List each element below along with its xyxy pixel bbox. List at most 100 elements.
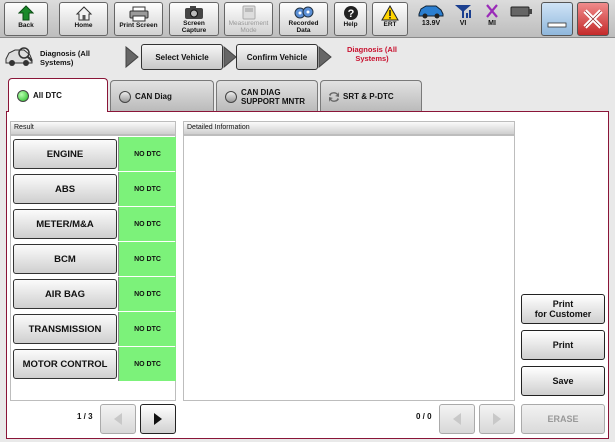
erase-button[interactable]: ERASE (521, 404, 605, 434)
recorded-data-button[interactable]: Recorded Data (279, 2, 328, 36)
tab-strip: All DTC CAN Diag CAN DIAG SUPPORT MNTR S… (0, 78, 615, 112)
dtc-status: NO DTC (118, 242, 176, 276)
help-label: Help (343, 21, 358, 28)
detail-prev-button[interactable] (439, 404, 475, 434)
camera-icon (185, 6, 203, 19)
recorded-data-icon (294, 6, 313, 19)
arrow-right-icon (493, 413, 501, 425)
measurement-mode-button[interactable]: Measurement Mode (224, 2, 273, 36)
ert-button[interactable]: ERT (372, 2, 408, 36)
back-arrow-icon (18, 5, 34, 21)
connection-status (508, 3, 534, 35)
detail-page-indicator: 0 / 0 (416, 412, 432, 421)
back-button[interactable]: Back (4, 2, 48, 36)
breadcrumb-arrow-icon (125, 45, 139, 69)
dtc-status: NO DTC (118, 172, 176, 206)
meter-icon (242, 5, 255, 20)
results-list: ENGINE NO DTC ABS NO DTC METER/M&A NO DT… (10, 135, 176, 401)
close-button[interactable] (577, 2, 609, 36)
system-button-meter[interactable]: METER/M&A (13, 209, 117, 239)
signal-icon (455, 5, 471, 18)
battery-voltage-status: 13.9V (414, 3, 448, 35)
list-item: BCM NO DTC (11, 242, 177, 276)
vi-status: VI (450, 3, 476, 35)
detail-next-button[interactable] (479, 404, 515, 434)
tab-label: CAN DIAG SUPPORT MNTR (241, 87, 305, 106)
breadcrumb-root[interactable]: Diagnosis (All Systems) (4, 43, 140, 73)
all-dtc-panel: Result Detailed Information ENGINE NO DT… (6, 111, 609, 439)
dtc-status: NO DTC (118, 137, 176, 171)
system-button-air-bag[interactable]: AIR BAG (13, 279, 117, 309)
dtc-status: NO DTC (118, 207, 176, 241)
minimize-button[interactable] (541, 2, 573, 36)
measurement-mode-label: Measurement Mode (228, 20, 269, 34)
back-label: Back (18, 22, 34, 29)
print-screen-button[interactable]: Print Screen (114, 2, 163, 36)
help-icon: ? (343, 6, 358, 20)
printer-icon (129, 6, 148, 22)
results-page-indicator: 1 / 3 (77, 412, 93, 421)
list-item: AIR BAG NO DTC (11, 277, 177, 311)
dtc-status: NO DTC (118, 277, 176, 311)
list-item: MOTOR CONTROL NO DTC (11, 347, 177, 381)
detail-header: Detailed Information (183, 121, 515, 135)
list-item: ENGINE NO DTC (11, 137, 177, 171)
svg-text:?: ? (347, 8, 354, 20)
mi-label: MI (488, 20, 496, 27)
warning-icon (381, 5, 399, 21)
disconnected-x-icon (486, 4, 498, 18)
car-icon (418, 5, 444, 19)
print-for-customer-button[interactable]: Print for Customer (521, 294, 605, 324)
diagnosis-car-icon (5, 47, 33, 66)
list-item: METER/M&A NO DTC (11, 207, 177, 241)
voltage-value: 13.9V (421, 20, 441, 27)
system-button-abs[interactable]: ABS (13, 174, 117, 204)
system-button-bcm[interactable]: BCM (13, 244, 117, 274)
breadcrumb: Diagnosis (All Systems) Select Vehicle C… (0, 39, 615, 77)
home-button[interactable]: Home (59, 2, 108, 36)
save-button[interactable]: Save (521, 366, 605, 396)
screen-capture-button[interactable]: Screen Capture (169, 2, 219, 36)
tab-label: SRT & P-DTC (343, 92, 394, 101)
recorded-data-label: Recorded Data (288, 20, 319, 34)
system-button-transmission[interactable]: TRANSMISSION (13, 314, 117, 344)
detail-info-area[interactable] (183, 135, 515, 401)
print-screen-label: Print Screen (119, 22, 158, 29)
ert-label: ERT (383, 21, 397, 28)
arrow-left-icon (114, 413, 122, 425)
help-button[interactable]: ? Help (334, 2, 367, 36)
tab-all-dtc[interactable]: All DTC (8, 78, 108, 112)
dtc-status: NO DTC (118, 347, 176, 381)
tab-can-diag[interactable]: CAN Diag (110, 80, 214, 112)
status-green-circle-icon (17, 89, 29, 102)
list-item: ABS NO DTC (11, 172, 177, 206)
close-icon (583, 9, 603, 29)
tab-srt-p-dtc[interactable]: SRT & P-DTC (320, 80, 422, 112)
breadcrumb-current: Diagnosis (All Systems) (346, 45, 397, 63)
breadcrumb-root-label: Diagnosis (All Systems) (40, 49, 91, 67)
result-header: Result (10, 121, 176, 135)
mi-status: MI (479, 3, 505, 35)
tab-can-diag-support-mntr[interactable]: CAN DIAG SUPPORT MNTR (216, 80, 318, 112)
arrow-right-icon (154, 413, 162, 425)
confirm-vehicle-button[interactable]: Confirm Vehicle (236, 44, 318, 70)
status-grey-circle-icon (119, 90, 131, 103)
select-vehicle-button[interactable]: Select Vehicle (141, 44, 223, 70)
sync-arrows-icon (329, 91, 339, 102)
tab-label: All DTC (33, 91, 62, 100)
connector-icon (510, 6, 532, 17)
results-prev-button[interactable] (100, 404, 136, 434)
home-label: Home (74, 22, 93, 29)
system-button-motor-control[interactable]: MOTOR CONTROL (13, 349, 117, 379)
print-button[interactable]: Print (521, 330, 605, 360)
status-grey-circle-icon (225, 90, 237, 103)
results-next-button[interactable] (140, 404, 176, 434)
tab-label: CAN Diag (135, 92, 172, 101)
list-item: TRANSMISSION NO DTC (11, 312, 177, 346)
toolbar: Back Home Print Screen Screen Capture Me… (0, 0, 615, 38)
system-button-engine[interactable]: ENGINE (13, 139, 117, 169)
screen-capture-label: Screen Capture (181, 20, 207, 34)
arrow-left-icon (453, 413, 461, 425)
vi-label: VI (459, 20, 467, 27)
dtc-status: NO DTC (118, 312, 176, 346)
